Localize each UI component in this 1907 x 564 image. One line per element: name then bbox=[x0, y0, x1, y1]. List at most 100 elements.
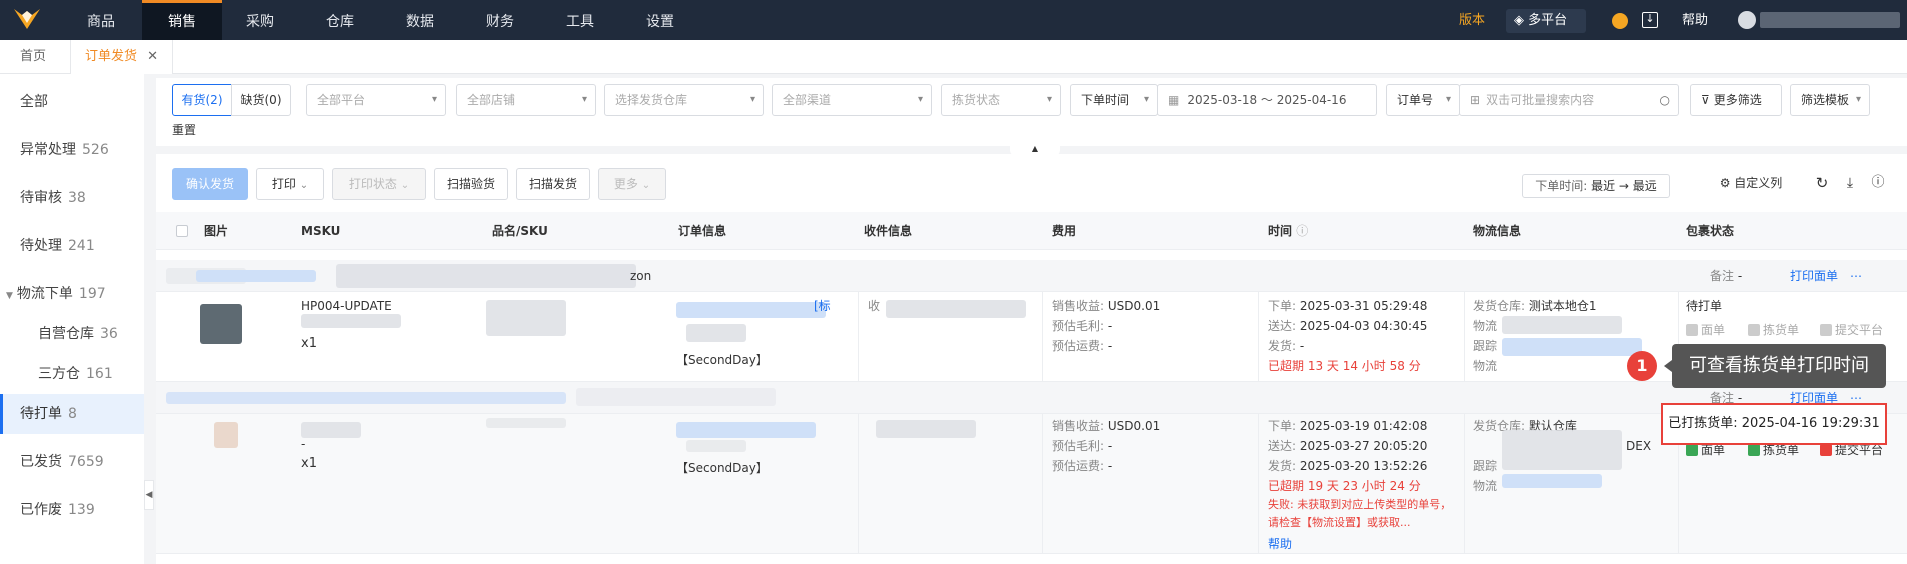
nav-products[interactable]: 商品 bbox=[66, 0, 136, 40]
nav-warehouse[interactable]: 仓库 bbox=[302, 0, 378, 40]
pick-list-icon bbox=[1748, 444, 1760, 456]
sidebar-item-shipped[interactable]: 已发货 7659 bbox=[0, 442, 144, 482]
fee-shipping: 预估运费: - bbox=[1052, 339, 1113, 353]
product-thumbnail[interactable] bbox=[214, 422, 238, 448]
nav-tools[interactable]: 工具 bbox=[542, 0, 618, 40]
tab-order-shipping[interactable]: 订单发货 ✕ bbox=[70, 40, 174, 74]
pick-list-action[interactable]: 拣货单 bbox=[1748, 320, 1799, 340]
search-input[interactable]: ⊞ 双击可批量搜索内容 ○ bbox=[1459, 84, 1679, 116]
deliver-time: 送达: 2025-03-27 20:05:20 bbox=[1268, 439, 1428, 453]
top-navigation: 商品 销售 采购 仓库 数据 财务 工具 设置 版本 ◈ 多平台 ▼ ↓ 帮助 bbox=[0, 0, 1907, 51]
status-sidebar: 全部 异常处理 526 待审核 38 待处理 241 ▼ 物流下单 197 自营仓库 36 … bbox=[0, 74, 144, 564]
col-msku: MSKU bbox=[301, 224, 341, 238]
username-blurred bbox=[1760, 12, 1900, 28]
order-no-select[interactable]: 订单号 ▾ bbox=[1386, 84, 1460, 116]
help-icon[interactable]: ⓘ bbox=[1868, 168, 1888, 200]
fee-revenue: 销售收益: USD0.01 bbox=[1052, 419, 1161, 433]
carrier-name: DEX bbox=[1626, 439, 1652, 453]
nav-purchase[interactable]: 采购 bbox=[222, 0, 298, 40]
sidebar-item-all[interactable]: 全部 bbox=[0, 82, 144, 122]
print-label-link[interactable]: 打印面单 bbox=[1790, 266, 1838, 286]
custom-columns-button[interactable]: ⚙ 自定义列 bbox=[1706, 168, 1796, 200]
chevron-down-icon: ▾ bbox=[917, 94, 923, 105]
in-stock-toggle[interactable]: 有货(2) bbox=[172, 84, 232, 116]
refresh-icon[interactable]: ↻ bbox=[1812, 168, 1832, 200]
avatar[interactable] bbox=[1738, 11, 1756, 29]
chevron-down-icon: ▾ bbox=[581, 94, 587, 105]
info-icon: ⓘ bbox=[1296, 224, 1309, 238]
submit-platform-action[interactable]: 提交平台 bbox=[1820, 320, 1883, 340]
platform-select[interactable]: 全部平台 ▾ bbox=[306, 84, 446, 116]
download-icon[interactable]: ↓ bbox=[1642, 12, 1658, 28]
logistics-label: 物流 bbox=[1473, 319, 1498, 333]
more-filters-button[interactable]: ⊽ 更多筛选 bbox=[1690, 84, 1782, 116]
time-type-select[interactable]: 下单时间 ▾ bbox=[1070, 84, 1158, 116]
warehouse-select[interactable]: 选择发货仓库 ▾ bbox=[604, 84, 764, 116]
orders-table: 图片 MSKU 品名/SKU 订单信息 收件信息 费用 时间 ⓘ 物流信息 包裹… bbox=[156, 212, 1907, 564]
print-button[interactable]: 打印 ⌄ bbox=[256, 168, 324, 200]
gear-icon: ⚙ bbox=[1719, 176, 1731, 190]
sidebar-item-to-print[interactable]: 待打单 8 bbox=[0, 394, 144, 434]
overdue-text: 已超期 19 天 23 小时 24 分 bbox=[1268, 479, 1421, 493]
scan-check-button[interactable]: 扫描验货 bbox=[434, 168, 508, 200]
sidebar-item-own-warehouse[interactable]: 自营仓库 36 bbox=[0, 314, 144, 354]
quantity: x1 bbox=[301, 456, 317, 471]
tracking-label: 跟踪 bbox=[1473, 339, 1498, 353]
sidebar-item-third-party[interactable]: 三方仓 161 bbox=[0, 354, 144, 394]
col-logistics: 物流信息 bbox=[1473, 224, 1522, 238]
nav-settings[interactable]: 设置 bbox=[622, 0, 698, 40]
deliver-time: 送达: 2025-04-03 04:30:45 bbox=[1268, 319, 1428, 333]
close-icon[interactable]: ✕ bbox=[147, 49, 158, 64]
filter-template-select[interactable]: 筛选模板 ▾ bbox=[1790, 84, 1870, 116]
date-range-picker[interactable]: ▦ 2025-03-18 ～ 2025-04-16 bbox=[1157, 84, 1377, 116]
more-actions-button[interactable]: 更多 ⌄ bbox=[598, 168, 666, 200]
sidebar-item-voided[interactable]: 已作废 139 bbox=[0, 490, 144, 530]
col-time: 时间 ⓘ bbox=[1268, 224, 1309, 238]
table-row: - x1 【SecondDay】 销售收益: USD0.01 预估毛利: - 预… bbox=[156, 414, 1907, 554]
action-toolbar: 确认发货 打印 ⌄ 打印状态 ⌄ 扫描验货 扫描发货 更多 ⌄ 下单时间: 最近… bbox=[156, 154, 1907, 212]
scan-ship-button[interactable]: 扫描发货 bbox=[516, 168, 590, 200]
nav-finance[interactable]: 财务 bbox=[462, 0, 538, 40]
store-select[interactable]: 全部店铺 ▾ bbox=[456, 84, 596, 116]
fee-margin: 预估毛利: - bbox=[1052, 439, 1113, 453]
more-dots-icon[interactable]: ⋯ bbox=[1850, 266, 1862, 286]
platform-switcher[interactable]: ◈ 多平台 ▼ bbox=[1506, 9, 1586, 51]
pick-status-select[interactable]: 拣货状态 ▾ bbox=[941, 84, 1061, 116]
chevron-down-icon: ▾ bbox=[431, 94, 437, 105]
recipient-prefix: 收 bbox=[868, 299, 881, 313]
chevron-down-icon: ⌄ bbox=[400, 180, 410, 191]
col-package-status: 包裹状态 bbox=[1686, 224, 1735, 238]
notification-icon[interactable] bbox=[1612, 13, 1628, 29]
shipping-level: 【SecondDay】 bbox=[676, 353, 768, 367]
label-action[interactable]: 面单 bbox=[1686, 320, 1725, 340]
channel-select[interactable]: 全部渠道 ▾ bbox=[772, 84, 932, 116]
caret-down-icon: ▼ bbox=[6, 291, 13, 301]
app-logo-icon[interactable] bbox=[12, 7, 42, 33]
sidebar-item-exception[interactable]: 异常处理 526 bbox=[0, 130, 144, 170]
shipping-level: 【SecondDay】 bbox=[676, 461, 768, 475]
reset-link[interactable]: 重置 bbox=[172, 120, 196, 140]
print-status-button[interactable]: 打印状态 ⌄ bbox=[332, 168, 426, 200]
tracking-label: 跟踪 bbox=[1473, 459, 1498, 473]
chevron-down-icon: ▾ bbox=[749, 94, 755, 105]
out-stock-toggle[interactable]: 缺货(0) bbox=[231, 84, 291, 116]
sidebar-item-logistics[interactable]: ▼ 物流下单 197 bbox=[0, 274, 144, 314]
select-all-checkbox[interactable] bbox=[176, 225, 188, 237]
help-link[interactable]: 帮助 bbox=[1682, 0, 1708, 40]
product-thumbnail[interactable] bbox=[200, 304, 242, 344]
nav-sales[interactable]: 销售 bbox=[142, 0, 222, 40]
confirm-ship-button[interactable]: 确认发货 bbox=[172, 168, 248, 200]
search-icon[interactable]: ○ bbox=[1660, 85, 1670, 115]
help-link[interactable]: 帮助 bbox=[1268, 534, 1292, 554]
sort-order-button[interactable]: 下单时间: 最近 → 最远 bbox=[1522, 174, 1670, 198]
collapse-sidebar-icon[interactable]: ◀ bbox=[144, 480, 154, 510]
order-tag[interactable]: [标 bbox=[814, 296, 831, 316]
sidebar-item-pending-review[interactable]: 待审核 38 bbox=[0, 178, 144, 218]
nav-data[interactable]: 数据 bbox=[382, 0, 458, 40]
order-group-header: zon 备注 - 打印面单 ⋯ bbox=[156, 260, 1907, 292]
export-icon[interactable]: ⤓ bbox=[1840, 168, 1860, 200]
version-link[interactable]: 版本 bbox=[1459, 0, 1485, 40]
remark: 备注 - bbox=[1710, 269, 1743, 283]
tab-home[interactable]: 首页 bbox=[20, 40, 46, 74]
sidebar-item-to-process[interactable]: 待处理 241 bbox=[0, 226, 144, 266]
